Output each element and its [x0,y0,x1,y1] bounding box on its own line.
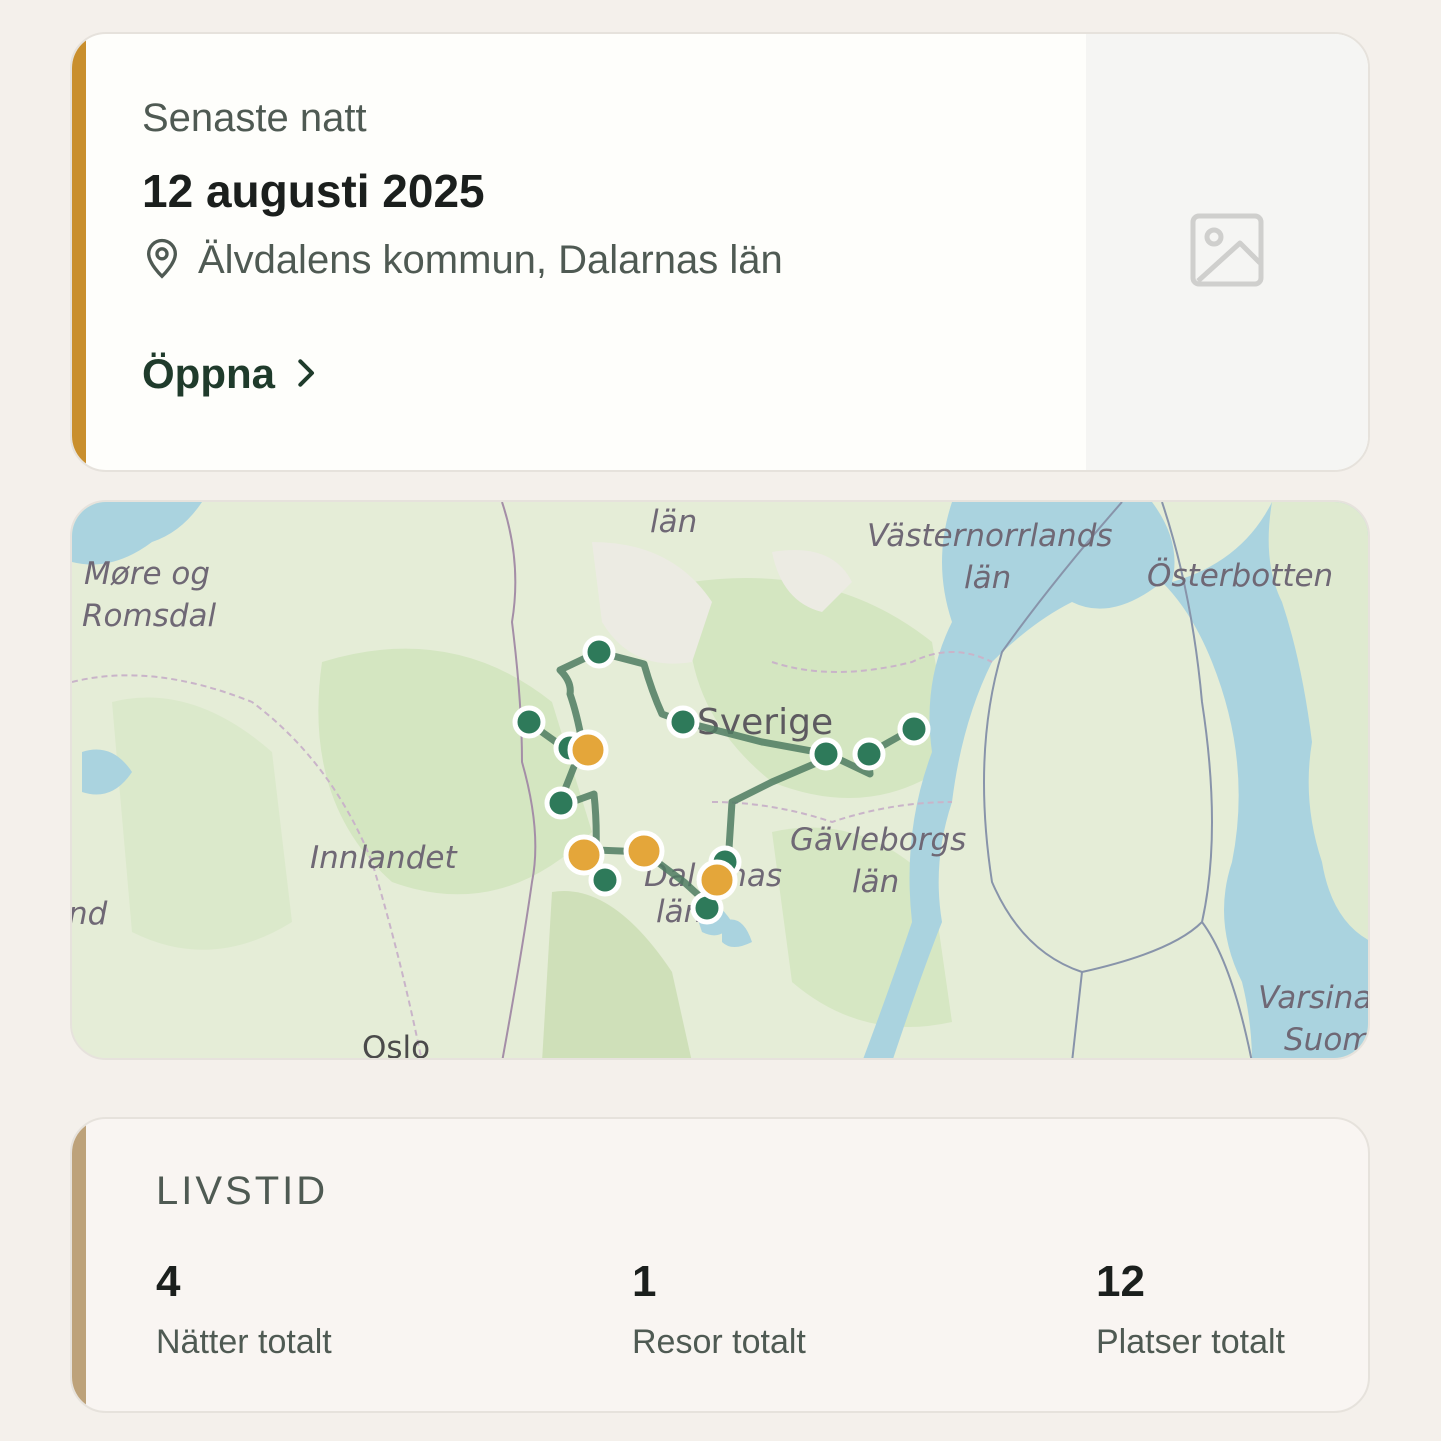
last-night-date: 12 augusti 2025 [142,165,485,217]
map-label-gavleborgs: Gävleborgs [790,822,966,858]
stat-label: Platser totalt [1096,1323,1285,1361]
stat-value: 12 [1096,1257,1145,1306]
stop-marker[interactable] [897,712,931,746]
trip-map[interactable]: Møre og Romsdal län Västernorrlands län … [70,500,1370,1060]
location-text: Älvdalens kommun, Dalarnas län [198,238,783,282]
open-button-label: Öppna [142,350,275,397]
card-accent-bar [72,34,86,470]
night-marker[interactable] [563,834,605,876]
map-label-romsdal: Romsdal [82,598,217,634]
image-placeholder-icon [1190,213,1264,292]
night-marker[interactable] [623,830,665,872]
map-label-lan-top: län [650,504,697,540]
stop-marker[interactable] [666,705,700,739]
stat-label: Resor totalt [632,1323,806,1361]
last-night-eyebrow: Senaste natt [142,96,367,140]
stat-value: 1 [632,1257,657,1306]
map-label-lan-vn: län [964,560,1011,596]
night-thumbnail [1086,34,1368,470]
map-label-edge: nd [72,896,108,932]
location-row: Älvdalens kommun, Dalarnas län [142,236,783,285]
stop-marker[interactable] [582,635,616,669]
lifetime-title: LIVSTID [156,1169,329,1213]
stop-marker[interactable] [809,737,843,771]
map-label-vasternorrlands: Västernorrlands [867,518,1113,554]
open-button[interactable]: Öppna [142,350,317,398]
map-label-sverige: Sverige [697,702,833,743]
lifetime-stats-card: LIVSTID 4 Nätter totalt 1 Resor totalt 1… [70,1117,1370,1413]
stat-places: 12 Platser totalt [1096,1257,1285,1362]
map-label-osterbotten: Österbotten [1147,557,1333,594]
stat-label: Nätter totalt [156,1323,332,1361]
map-canvas[interactable]: Møre og Romsdal län Västernorrlands län … [72,502,1370,1060]
last-night-card[interactable]: Senaste natt 12 augusti 2025 Älvdalens k… [70,32,1370,472]
map-label-suomi: Suomi [1284,1022,1370,1058]
map-label-varsinais: Varsinais [1258,980,1370,1016]
stat-trips: 1 Resor totalt [632,1257,806,1362]
chevron-right-icon [297,350,317,398]
map-label-lan-g: län [852,864,899,900]
stop-marker[interactable] [544,786,578,820]
stop-marker[interactable] [852,737,886,771]
night-marker[interactable] [567,729,609,771]
stat-value: 4 [156,1257,181,1306]
map-label-oslo: Oslo [362,1030,430,1060]
card-accent-bar [72,1119,86,1411]
stop-marker[interactable] [512,705,546,739]
map-label-more: Møre og [84,556,210,592]
stat-nights: 4 Nätter totalt [156,1257,332,1362]
map-label-innlandet: Innlandet [310,840,458,876]
night-marker[interactable] [696,859,738,901]
map-pin-icon [142,236,182,285]
